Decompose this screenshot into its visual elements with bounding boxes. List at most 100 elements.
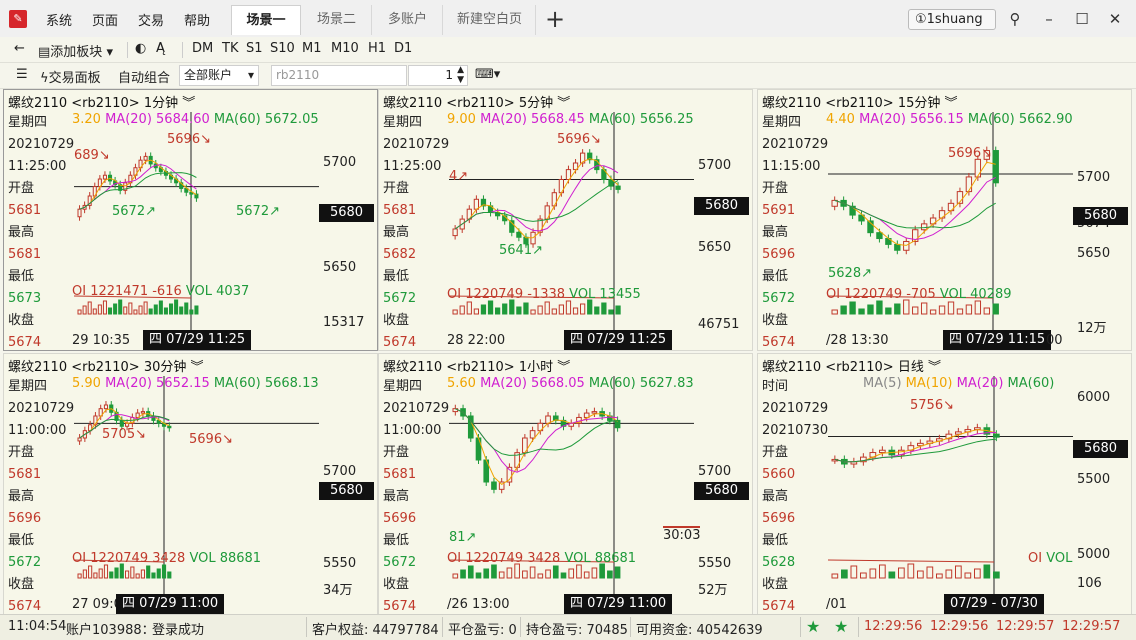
volume-bar — [123, 306, 128, 315]
quantity-stepper[interactable]: 1 ▲ ▼ — [408, 65, 468, 86]
candle-body — [140, 411, 146, 414]
price-annotation: 5696↘ — [948, 146, 992, 161]
volume-bar — [849, 301, 856, 315]
price-axis: 57005674565012万5680 — [1073, 112, 1131, 336]
panel-title[interactable]: 螺纹2110 <rb2110> 1分钟 ︾ — [8, 92, 195, 111]
info-column: 时间 20210729 20210730 开盘 5660 最高 5696 最低 5628 收盘 56… — [762, 376, 828, 614]
price-axis: 570056745650153175680 — [319, 112, 377, 334]
period-d1[interactable]: D1 — [394, 41, 412, 56]
maximize-icon[interactable]: ☐ — [1071, 8, 1093, 30]
period-dm[interactable]: DM — [192, 41, 213, 56]
period-s1[interactable]: S1 — [246, 41, 263, 56]
price-axis: 570056745650467515680 — [694, 112, 752, 334]
panel-title[interactable]: 螺纹2110 <rb2110> 日线 ︾ — [762, 356, 941, 375]
y-tick-label: 46751 — [698, 317, 740, 332]
volume-bar — [974, 300, 982, 315]
user-badge[interactable]: ①1shuang — [908, 9, 996, 30]
info-row: 开盘 — [383, 445, 410, 460]
chart-panel[interactable]: 螺纹2110 <rb2110> 日线 ︾ 时间 20210729 20210730 开盘… — [757, 353, 1132, 615]
contrast-icon[interactable]: ◐ — [135, 41, 146, 56]
ma60-label: MA(60) 5668.13 — [213, 376, 319, 391]
tab-multi-account[interactable]: 多账户 — [373, 5, 443, 35]
candle-body — [194, 193, 199, 199]
chart-panel[interactable]: 螺纹2110 <rb2110> 1小时 ︾ 星期四 20210729 11:00:00… — [378, 353, 753, 615]
tab-scene-2[interactable]: 场景二 — [302, 5, 372, 35]
stepper-arrows-icon: ▲ ▼ — [457, 65, 464, 85]
volume-bar — [568, 568, 575, 579]
volume-bar — [119, 563, 124, 579]
period-tk[interactable]: TK — [222, 41, 238, 56]
volume-bar — [929, 309, 937, 315]
add-tab-icon[interactable]: + — [545, 7, 565, 31]
pin-icon[interactable]: ⚲ — [1004, 8, 1026, 30]
period-s10[interactable]: S10 — [270, 41, 295, 56]
info-row: 5681 — [383, 203, 417, 218]
chart-panel[interactable]: 螺纹2110 <rb2110> 1分钟 ︾ 星期四 20210729 11:25:00… — [3, 89, 378, 351]
chart-panel[interactable]: 螺纹2110 <rb2110> 30分钟 ︾ 星期四 20210729 11:00:0… — [3, 353, 378, 615]
user-name: 1shuang — [926, 12, 983, 27]
tab-scene-1[interactable]: 场景一 — [231, 5, 301, 35]
panel-title[interactable]: 螺纹2110 <rb2110> 30分钟 ︾ — [8, 356, 204, 375]
minimize-icon[interactable]: – — [1038, 8, 1060, 30]
volume-bar — [125, 570, 130, 579]
volume-bar — [498, 571, 505, 579]
ma20-label: MA(20) 5656.15 — [859, 112, 964, 127]
add-block-button[interactable]: ▤添加板块 ▾ — [38, 41, 113, 60]
volume-bar — [898, 567, 905, 579]
menu-trade[interactable]: 交易 — [138, 10, 164, 29]
current-price-tag: 5680 — [319, 204, 374, 222]
volume-bar — [138, 305, 143, 315]
period-m1[interactable]: M1 — [302, 41, 322, 56]
contract-input[interactable]: rb2110 — [271, 65, 407, 86]
panel-title[interactable]: 螺纹2110 <rb2110> 1小时 ︾ — [383, 356, 570, 375]
info-row: 5696 — [762, 247, 796, 262]
chart-panel[interactable]: 螺纹2110 <rb2110> 15分钟 ︾ 星期四 20210729 11:15:0… — [757, 89, 1132, 351]
info-row: 11:00:00 — [383, 423, 442, 438]
chart-panel[interactable]: 螺纹2110 <rb2110> 5分钟 ︾ 星期四 20210729 11:25:00… — [378, 89, 753, 351]
trade-panel-button[interactable]: ϟ交易面板 — [40, 67, 101, 86]
menu-help[interactable]: 帮助 — [184, 10, 210, 29]
panel-title[interactable]: 螺纹2110 <rb2110> 5分钟 ︾ — [383, 92, 570, 111]
y-tick-label: 15317 — [323, 315, 365, 330]
menu-system[interactable]: 系统 — [46, 10, 72, 29]
panel-title[interactable]: 螺纹2110 <rb2110> 15分钟 ︾ — [762, 92, 958, 111]
volume-bar — [885, 307, 892, 315]
y-tick-label: 5700 — [698, 464, 732, 479]
info-row: 5672 — [383, 291, 417, 306]
price-annotation: 5672↗ — [112, 204, 156, 219]
y-tick-label: 52万 — [698, 583, 728, 598]
volume-bar — [452, 309, 458, 315]
volume-bar — [163, 307, 168, 315]
menu-page[interactable]: 页面 — [92, 10, 118, 29]
info-row: 5681 — [383, 467, 417, 482]
info-row: 星期四 — [383, 379, 423, 394]
crosshair-time-tag: 四 07/29 11:00 — [564, 594, 673, 614]
account-select[interactable]: 全部账户 ▾ — [179, 65, 259, 86]
period-h1[interactable]: H1 — [368, 41, 386, 56]
price-annotation: 5696↘ — [189, 432, 233, 447]
volume-bar — [103, 564, 109, 579]
tab-new-blank[interactable]: 新建空白页 — [444, 5, 536, 35]
volume-bar — [92, 308, 97, 315]
countdown-label: 30:03 — [663, 526, 701, 543]
status-time: 12:29:57 — [996, 619, 1055, 634]
period-m10[interactable]: M10 — [331, 41, 359, 56]
keyboard-icon[interactable]: ⌨▾ — [475, 67, 500, 82]
draw-icon[interactable]: Ą — [156, 41, 165, 56]
volume-bar — [558, 304, 564, 315]
back-icon[interactable]: ← — [14, 41, 25, 56]
crosshair-time-tag: 四 07/29 11:15 — [943, 330, 1052, 350]
star-icon[interactable]: ★ — [806, 617, 820, 636]
trade-icon: ϟ — [40, 71, 49, 86]
volume-bar — [167, 571, 172, 579]
auto-combo-button[interactable]: 自动组合 — [118, 67, 170, 86]
close-icon[interactable]: ✕ — [1104, 8, 1126, 30]
volume-bar — [580, 303, 586, 315]
crosshair-time-tag: 四 07/29 11:25 — [143, 330, 252, 350]
settings-icon[interactable]: ☰ — [16, 67, 28, 82]
volume-bar — [460, 569, 466, 579]
info-row: 5674 — [383, 335, 417, 350]
vol-value: VOL — [1046, 551, 1073, 566]
star-icon[interactable]: ★ — [834, 617, 848, 636]
toolbar-main: ← ▤添加板块 ▾ ◐ Ą DM TK S1 S10 M1 M10 H1 D1 — [0, 37, 1136, 63]
